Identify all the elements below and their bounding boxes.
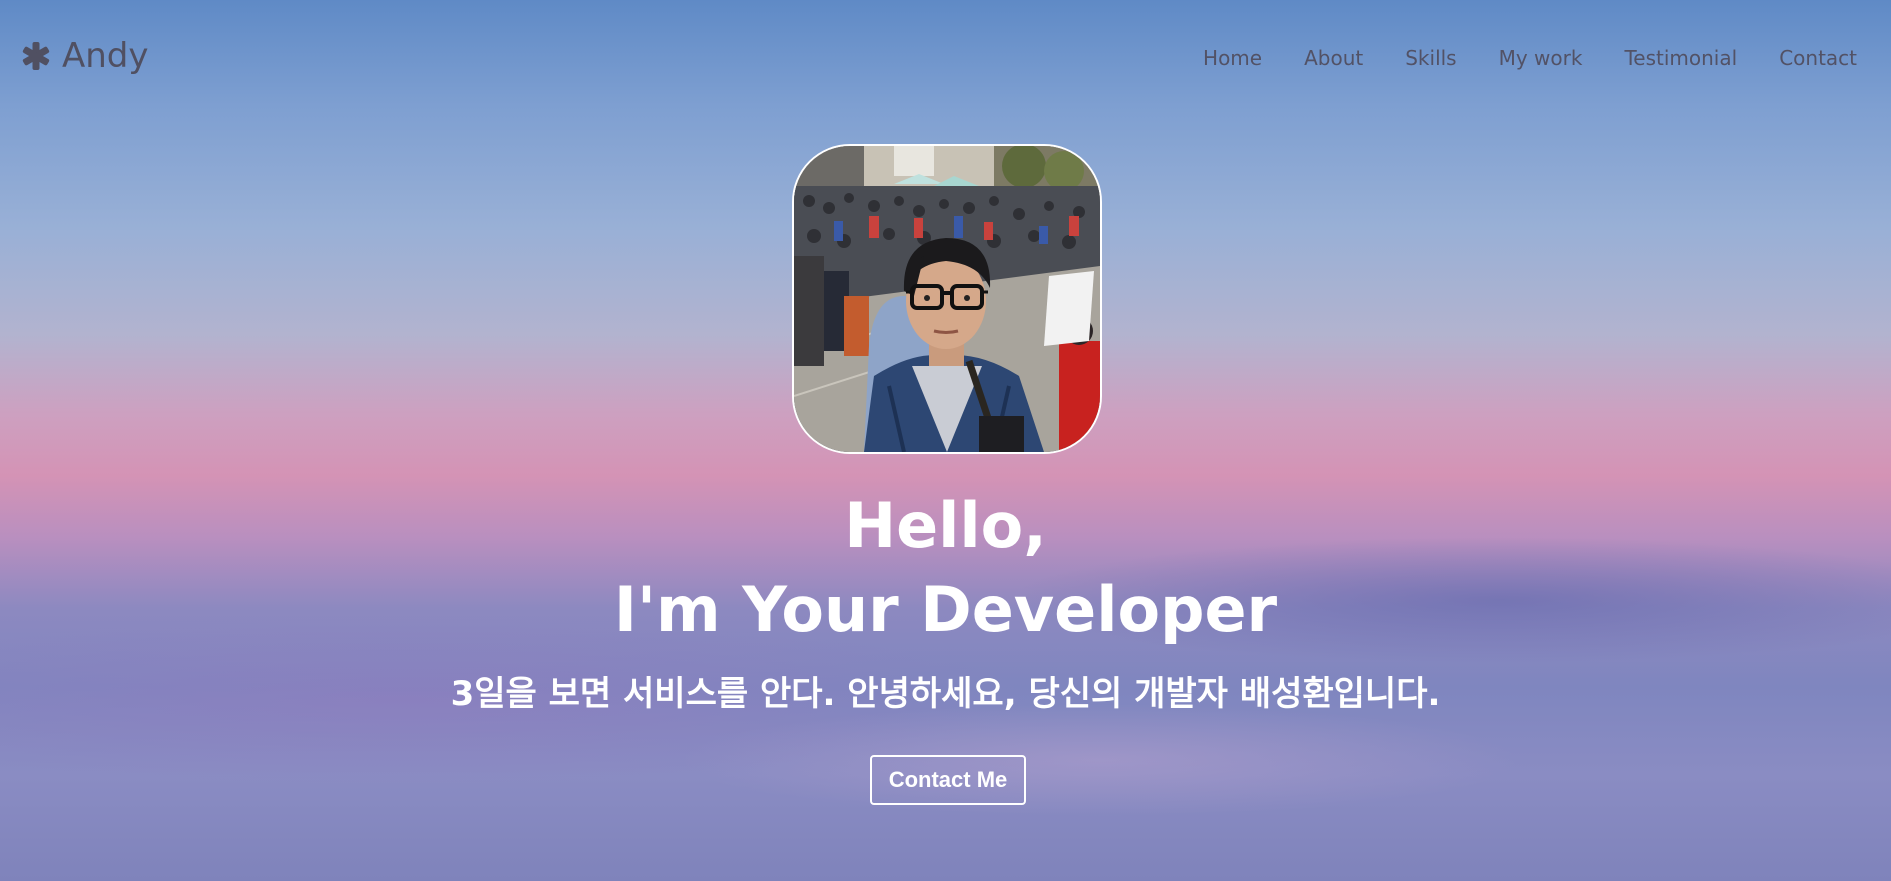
contact-me-button[interactable]: Contact Me <box>870 755 1026 805</box>
hero-title: I'm Your Developer <box>613 573 1278 646</box>
nav-link-testimonial[interactable]: Testimonial <box>1624 46 1737 70</box>
navbar: Andy Home About Skills My work Testimoni… <box>0 0 1891 118</box>
profile-photo <box>792 144 1102 454</box>
nav-link-home[interactable]: Home <box>1203 46 1262 70</box>
nav-link-about[interactable]: About <box>1304 46 1363 70</box>
nav-link-my-work[interactable]: My work <box>1499 46 1583 70</box>
profile-photo-illustration <box>794 146 1100 452</box>
nav-link-skills[interactable]: Skills <box>1405 46 1456 70</box>
brand-link[interactable]: Andy <box>20 36 149 76</box>
brand-name: Andy <box>62 36 149 76</box>
hero-subtitle: 3일을 보면 서비스를 안다. 안녕하세요, 당신의 개발자 배성환입니다. <box>450 674 1441 714</box>
nav-link-contact[interactable]: Contact <box>1779 46 1857 70</box>
nav-menu: Home About Skills My work Testimonial Co… <box>1161 46 1857 70</box>
hero-greeting: Hello, <box>844 489 1047 562</box>
asterisk-icon <box>22 42 50 70</box>
